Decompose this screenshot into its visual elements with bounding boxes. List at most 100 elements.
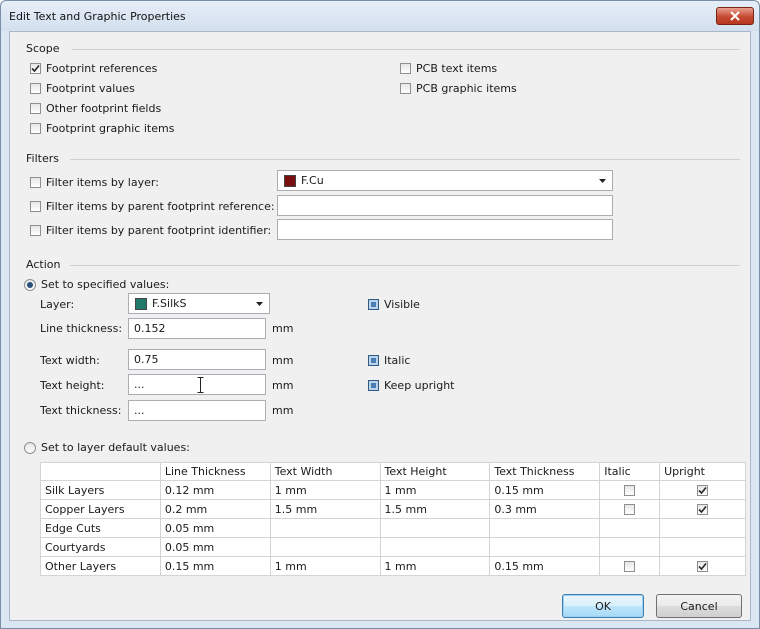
grid-cell[interactable] <box>379 537 491 557</box>
radio-label: Set to specified values: <box>41 278 170 291</box>
grid-row: Copper Layers 0.2 mm 1.5 mm 1.5 mm 0.3 mm <box>40 499 746 519</box>
set-layer-defaults-radio[interactable]: Set to layer default values: <box>24 441 190 454</box>
radio-dot <box>27 281 33 288</box>
checkbox-box <box>30 103 41 114</box>
checkbox-box <box>400 63 411 74</box>
grid-cell[interactable]: 0.3 mm <box>489 499 601 519</box>
italic-checkbox[interactable] <box>624 561 636 572</box>
grid-cell[interactable]: 0.05 mm <box>159 518 271 538</box>
grid-cell[interactable]: 0.15 mm <box>489 556 601 576</box>
grid-cell[interactable]: 0.12 mm <box>159 480 271 500</box>
checkbox-label: Visible <box>384 298 420 311</box>
upright-checkbox[interactable] <box>697 504 709 515</box>
grid-cell[interactable]: 0.15 mm <box>159 556 271 576</box>
pcb-graphic-items-checkbox[interactable]: PCB graphic items <box>400 82 517 95</box>
pcb-text-items-checkbox[interactable]: PCB text items <box>400 62 497 75</box>
upright-checkbox[interactable] <box>697 485 709 496</box>
checkbox-box <box>30 123 41 134</box>
layer-color-swatch <box>135 297 147 310</box>
filters-divider <box>70 159 740 160</box>
grid-body: Silk Layers 0.12 mm 1 mm 1 mm 0.15 mm Copper … <box>40 480 746 576</box>
grid-row-header: Courtyards <box>40 537 161 557</box>
grid-cell[interactable]: 0.05 mm <box>159 537 271 557</box>
check-icon <box>698 562 707 571</box>
grid-cell-italic[interactable] <box>599 499 661 519</box>
upright-checkbox[interactable] <box>697 561 709 572</box>
text-width-input[interactable]: 0.75 <box>128 349 266 370</box>
grid-cell[interactable]: 1.5 mm <box>269 499 381 519</box>
text-height-label: Text height: <box>40 379 105 392</box>
grid-row-header: Other Layers <box>40 556 161 576</box>
action-group-label: Action <box>26 258 61 271</box>
grid-row: Edge Cuts 0.05 mm <box>40 518 746 538</box>
grid-cell[interactable]: 0.2 mm <box>159 499 271 519</box>
italic-checkbox[interactable]: Italic <box>368 354 410 367</box>
grid-cell-upright[interactable] <box>659 480 746 500</box>
filter-by-layer-checkbox[interactable]: Filter items by layer: <box>30 176 159 189</box>
dropdown-value: F.Cu <box>301 174 324 187</box>
keep-upright-checkbox[interactable]: Keep upright <box>368 379 454 392</box>
title-bar[interactable]: Edit Text and Graphic Properties <box>1 1 759 31</box>
visible-checkbox[interactable]: Visible <box>368 298 420 311</box>
grid-cell-upright[interactable] <box>659 499 746 519</box>
layer-label: Layer: <box>40 298 75 311</box>
grid-cell[interactable]: 0.15 mm <box>489 480 601 500</box>
checkbox-box <box>368 355 379 366</box>
grid-row: Silk Layers 0.12 mm 1 mm 1 mm 0.15 mm <box>40 480 746 500</box>
checkbox-label: Other footprint fields <box>46 102 162 115</box>
filter-by-reference-checkbox[interactable]: Filter items by parent footprint referen… <box>30 200 275 213</box>
text-thickness-unit: mm <box>272 404 294 417</box>
grid-cell-upright <box>659 537 746 557</box>
grid-cell[interactable]: 1 mm <box>379 556 491 576</box>
checkbox-box <box>30 177 41 188</box>
grid-cell[interactable] <box>489 518 601 538</box>
other-footprint-fields-checkbox[interactable]: Other footprint fields <box>30 102 161 115</box>
grid-cell[interactable] <box>269 537 381 557</box>
check-icon <box>698 486 707 495</box>
ok-button[interactable]: OK <box>562 594 644 618</box>
layer-defaults-grid: Line Thickness Text Width Text Height Te… <box>40 462 746 576</box>
checkbox-box <box>30 201 41 212</box>
grid-cell[interactable]: 1 mm <box>379 480 491 500</box>
close-button[interactable] <box>716 7 754 25</box>
set-specified-values-radio[interactable]: Set to specified values: <box>24 278 169 291</box>
line-thickness-label: Line thickness: <box>40 322 123 335</box>
cancel-button[interactable]: Cancel <box>656 594 742 618</box>
grid-cell[interactable] <box>269 518 381 538</box>
grid-row-header: Silk Layers <box>40 480 161 500</box>
italic-checkbox[interactable] <box>624 504 636 515</box>
checkbox-box <box>400 83 411 94</box>
grid-cell-upright[interactable] <box>659 556 746 576</box>
checkbox-box <box>368 380 379 391</box>
text-cursor-icon <box>197 377 204 393</box>
filter-by-identifier-checkbox[interactable]: Filter items by parent footprint identif… <box>30 224 271 237</box>
text-thickness-input[interactable]: ... <box>128 400 266 421</box>
text-height-unit: mm <box>272 379 294 392</box>
italic-checkbox[interactable] <box>624 485 636 496</box>
footprint-references-checkbox[interactable]: Footprint references <box>30 62 157 75</box>
filter-layer-dropdown[interactable]: F.Cu <box>277 170 613 191</box>
grid-cell[interactable] <box>379 518 491 538</box>
footprint-graphic-items-checkbox[interactable]: Footprint graphic items <box>30 122 174 135</box>
filter-identifier-input[interactable] <box>277 219 613 240</box>
layer-dropdown[interactable]: F.SilkS <box>128 293 270 314</box>
scope-divider <box>72 49 740 50</box>
close-icon <box>730 11 740 21</box>
grid-cell[interactable]: 1 mm <box>269 480 381 500</box>
grid-cell[interactable]: 1 mm <box>269 556 381 576</box>
checkbox-box <box>30 83 41 94</box>
filter-reference-input[interactable] <box>277 195 613 216</box>
grid-row-header: Edge Cuts <box>40 518 161 538</box>
line-thickness-input[interactable]: 0.152 <box>128 318 266 339</box>
dropdown-value: F.SilkS <box>152 297 187 310</box>
text-thickness-label: Text thickness: <box>40 404 122 417</box>
grid-header-text-width: Text Width <box>269 462 381 481</box>
footprint-values-checkbox[interactable]: Footprint values <box>30 82 135 95</box>
grid-cell-italic[interactable] <box>599 480 661 500</box>
checkbox-label: Filter items by parent footprint referen… <box>46 200 275 213</box>
grid-cell[interactable]: 1.5 mm <box>379 499 491 519</box>
grid-cell-italic[interactable] <box>599 556 661 576</box>
text-width-unit: mm <box>272 354 294 367</box>
line-thickness-unit: mm <box>272 322 294 335</box>
grid-cell[interactable] <box>489 537 601 557</box>
